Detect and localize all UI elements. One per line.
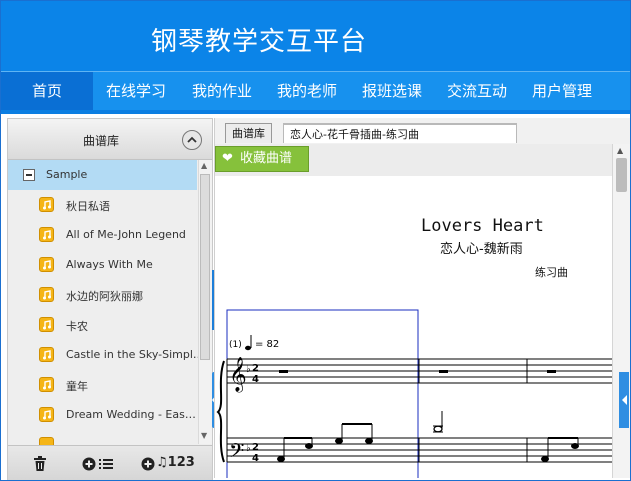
library-footer: ♫123 xyxy=(8,445,212,480)
nav-community[interactable]: 交流互动 xyxy=(435,72,519,112)
sheet-music: Lovers Heart 恋人心-魏新雨 练习曲 𝄞 𝄢 ♭ ♭ 2 4 2 4… xyxy=(215,176,612,478)
time-signature: 4 xyxy=(252,453,259,464)
scroll-down-icon[interactable]: ▼ xyxy=(201,431,207,440)
scroll-up-icon[interactable]: ▲ xyxy=(617,146,623,155)
barlines xyxy=(226,359,528,462)
list-item[interactable]: Castle in the Sky-Simpl… xyxy=(8,340,198,370)
library-title: 曲谱库 xyxy=(83,134,120,148)
app-title: 钢琴教学交互平台 xyxy=(151,27,368,57)
nav-my-teacher[interactable]: 我的老师 xyxy=(265,72,349,112)
heart-icon: ❤ xyxy=(222,151,233,166)
list-item[interactable]: All of Me-John Legend xyxy=(8,220,198,250)
song-title: 水边的阿狄丽娜 xyxy=(66,290,143,303)
song-title: Dream Wedding - Eas… xyxy=(66,408,196,421)
add-list-icon[interactable] xyxy=(82,455,116,473)
nav-online-learning[interactable]: 在线学习 xyxy=(93,72,179,112)
song-title: 卡农 xyxy=(66,320,88,333)
list-item[interactable]: Dream Wedding - Eas… xyxy=(8,400,198,430)
nav-underline xyxy=(1,110,630,114)
library-tree: Sample 秋日私语 All of Me-John Legend Always… xyxy=(8,160,198,445)
add-score-label[interactable]: ♫123 xyxy=(156,455,195,470)
music-note-icon xyxy=(39,197,54,212)
list-item[interactable]: Always With Me xyxy=(8,250,198,280)
bass-clef: 𝄢 xyxy=(229,439,244,467)
chevron-left-icon xyxy=(622,395,627,405)
right-panel-handle[interactable] xyxy=(619,372,629,428)
time-signature: 4 xyxy=(252,374,259,385)
music-note-icon xyxy=(39,257,54,272)
song-title: 童年 xyxy=(66,380,88,393)
time-signature: 2 xyxy=(252,442,259,453)
app-header: 钢琴教学交互平台 xyxy=(1,1,630,71)
time-signature: 2 xyxy=(252,363,259,374)
song-title: All of Me-John Legend xyxy=(66,228,186,241)
nav-course-signup[interactable]: 报班选课 xyxy=(349,72,435,112)
music-note-icon xyxy=(39,377,54,392)
nav-home[interactable]: 首页 xyxy=(1,72,93,112)
folder-sample[interactable]: Sample xyxy=(8,160,197,190)
chevron-up-icon xyxy=(187,136,197,143)
list-item-partial[interactable] xyxy=(8,430,198,445)
treble-clef: 𝄞 xyxy=(229,357,247,393)
tempo-value: = 82 xyxy=(255,339,280,350)
song-title: 秋日私语 xyxy=(66,200,110,213)
flat-sign: ♭ xyxy=(246,443,251,454)
flat-sign: ♭ xyxy=(246,364,251,375)
favorite-label: 收藏曲谱 xyxy=(240,151,293,166)
collapse-button[interactable] xyxy=(182,130,202,150)
favorite-button[interactable]: ❤ 收藏曲谱 xyxy=(215,146,309,172)
add-score-icon[interactable] xyxy=(141,455,155,473)
score-viewer: 曲谱库 恋人心-花千骨插曲-练习曲 ❤ 收藏曲谱 Lovers Heart 恋人… xyxy=(214,118,630,478)
trash-icon[interactable] xyxy=(33,455,47,473)
scroll-up-icon[interactable]: ▲ xyxy=(201,161,207,170)
folder-label: Sample xyxy=(46,168,88,181)
scrollbar-thumb[interactable] xyxy=(616,158,627,192)
music-note-icon xyxy=(39,317,54,332)
list-item[interactable]: 童年 xyxy=(8,370,198,400)
music-note-icon xyxy=(39,287,54,302)
whole-rest xyxy=(439,370,448,373)
song-title: Always With Me xyxy=(66,258,153,271)
song-title: Castle in the Sky-Simpl… xyxy=(66,348,198,361)
measure-number: (1) xyxy=(229,340,242,350)
score-library-panel: 曲谱库 Sample 秋日私语 All of Me-John Legend Al… xyxy=(7,118,213,480)
collapse-folder-icon[interactable] xyxy=(23,169,35,181)
list-item[interactable]: 秋日私语 xyxy=(8,190,198,220)
tempo-note xyxy=(245,345,251,351)
list-item[interactable]: 水边的阿狄丽娜 xyxy=(8,280,198,310)
music-note-icon xyxy=(39,407,54,422)
bass-notes-measure-2 xyxy=(433,411,443,433)
scrollbar-thumb[interactable] xyxy=(200,174,210,360)
tab-current-score[interactable]: 恋人心-花千骨插曲-练习曲 xyxy=(283,123,517,143)
list-item[interactable]: 卡农 xyxy=(8,310,198,340)
brace xyxy=(216,360,225,463)
score-toolbar: ❤ 收藏曲谱 xyxy=(215,144,612,176)
nav-my-homework[interactable]: 我的作业 xyxy=(179,72,265,112)
library-header: 曲谱库 xyxy=(8,119,212,160)
library-scrollbar[interactable]: ▲ ▼ xyxy=(198,160,212,444)
staff-notation: 𝄞 𝄢 ♭ ♭ 2 4 2 4 xyxy=(216,309,612,478)
music-note-icon xyxy=(39,437,54,445)
music-note-icon xyxy=(39,227,54,242)
music-note-icon xyxy=(39,347,54,362)
tab-bar: 曲谱库 恋人心-花千骨插曲-练习曲 xyxy=(215,118,630,145)
nav-user-management[interactable]: 用户管理 xyxy=(519,72,605,112)
whole-rest xyxy=(279,370,288,373)
whole-rest xyxy=(547,370,556,373)
main-nav: 首页 在线学习 我的作业 我的老师 报班选课 交流互动 用户管理 xyxy=(1,71,630,112)
tab-score-library[interactable]: 曲谱库 xyxy=(225,123,272,143)
